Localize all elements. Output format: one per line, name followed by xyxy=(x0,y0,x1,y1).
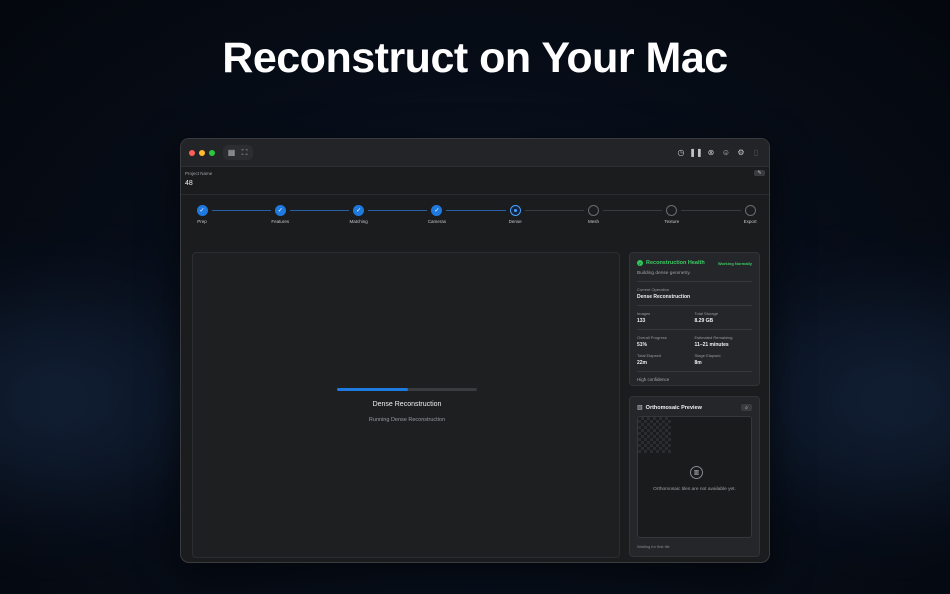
pipeline-stepper: ✓ Prep ✓ Features ✓ Matching ✓ Cameras Dense Mesh… xyxy=(181,195,769,237)
stat-value: 8m xyxy=(694,360,702,366)
stat-value: 11–21 minutes xyxy=(694,342,729,348)
stat-total-elapsed: Total Elapsed 22m xyxy=(637,353,695,366)
stage-node-cameras[interactable]: ✓ xyxy=(431,205,443,216)
trash-icon[interactable]: ▯ xyxy=(751,148,761,158)
timing-grid: Overall Progress 51% Estimated Remaining… xyxy=(637,335,752,366)
ortho-title: Orthomosaic Preview xyxy=(645,404,702,411)
pause-icon[interactable]: ❚❚ xyxy=(689,148,702,158)
stat-value: 133 xyxy=(637,318,646,324)
checkmark-icon: ✓ xyxy=(356,208,362,214)
orthomosaic-preview-card: ▧ Orthomosaic Preview ⌕ ▥ Orthomosaic ti… xyxy=(629,396,760,557)
stepper-connector xyxy=(289,210,350,211)
person-icon[interactable]: ☺ xyxy=(721,148,731,158)
current-operation-label: Current Operation xyxy=(637,287,670,292)
stage-label: Matching xyxy=(349,219,368,224)
stat-label: Stage Elapsed xyxy=(694,353,721,358)
stage-node-prep[interactable]: ✓ xyxy=(196,205,208,216)
health-status-badge: Working Normally xyxy=(717,260,752,266)
stage-label: Cameras xyxy=(427,219,447,224)
zoom-preview-button[interactable]: ⌕ xyxy=(741,404,752,411)
stat-storage: Total Storage 8.29 GB xyxy=(695,311,753,324)
stat-stage-elapsed: Stage Elapsed 8m xyxy=(695,353,753,366)
stepper-connector xyxy=(681,210,741,211)
app-window: ▦ ⛶ ◷ ❚❚ ⊗ ☺ ⚙ ▯ Project Name 48 ✎ ✓ Prep… xyxy=(180,138,770,563)
current-operation-value: Dense Reconstruction xyxy=(637,294,691,300)
checkmark-icon: ✓ xyxy=(434,208,440,214)
stage-label: Prep xyxy=(197,219,207,224)
cancel-icon[interactable]: ⊗ xyxy=(706,148,716,158)
stat-value: 22m xyxy=(637,360,648,366)
stepper-connector xyxy=(603,210,663,211)
stage-label: Features xyxy=(271,219,290,224)
stage-label: Mesh xyxy=(587,219,599,224)
tile-placeholder-pattern xyxy=(638,417,671,453)
stat-images: Images 133 xyxy=(637,311,695,324)
divider xyxy=(637,305,752,306)
pencil-icon: ✎ xyxy=(757,170,762,176)
ortho-preview-canvas[interactable]: ▥ Orthomosaic tiles are not available ye… xyxy=(637,416,752,538)
magnifier-icon: ⌕ xyxy=(745,404,748,411)
reconstruction-health-card: ✓ Reconstruction Health Working Normally… xyxy=(629,252,760,386)
ortho-header: ▧ Orthomosaic Preview ⌕ xyxy=(637,404,752,411)
window-controls xyxy=(189,149,215,156)
minimize-window-button[interactable] xyxy=(199,149,205,156)
divider xyxy=(637,371,752,372)
health-title: Reconstruction Health xyxy=(646,260,705,266)
history-icon[interactable]: ◷ xyxy=(676,148,686,158)
checkmark-icon: ✓ xyxy=(199,208,205,214)
progress-bar-fill xyxy=(337,388,409,391)
stage-node-texture[interactable] xyxy=(666,205,678,216)
stepper-connector xyxy=(368,210,428,211)
stage-label: Export xyxy=(743,219,757,224)
progress-panel: Dense Reconstruction Running Dense Recon… xyxy=(192,252,620,558)
stage-node-dense[interactable] xyxy=(509,205,521,216)
view-toggle-group: ▦ ⛶ xyxy=(223,145,253,160)
health-header: ✓ Reconstruction Health Working Normally xyxy=(637,260,752,266)
current-stage-subtitle: Running Dense Reconstruction xyxy=(368,417,446,423)
project-name-bar: Project Name 48 ✎ xyxy=(181,167,769,195)
stat-label: Estimated Remaining xyxy=(694,335,733,340)
project-name-label: Project Name xyxy=(185,171,213,176)
title-bar: ▦ ⛶ ◷ ❚❚ ⊗ ☺ ⚙ ▯ xyxy=(181,139,769,167)
scan-icon[interactable]: ⛶ xyxy=(239,147,250,158)
gear-icon[interactable]: ⚙ xyxy=(736,148,746,158)
current-stage-title: Dense Reconstruction xyxy=(372,401,442,408)
ortho-placeholder-text: Orthomosaic tiles are not available yet. xyxy=(653,487,736,492)
marketing-headline: Reconstruct on Your Mac xyxy=(222,34,728,82)
divider xyxy=(637,329,752,330)
stats-grid: Images 133 Total Storage 8.29 GB xyxy=(637,311,752,324)
stage-node-features[interactable]: ✓ xyxy=(274,205,286,216)
edit-project-button[interactable]: ✎ xyxy=(754,170,765,176)
checkmark-icon: ✓ xyxy=(277,208,283,214)
divider xyxy=(637,281,752,282)
map-placeholder-icon: ▥ xyxy=(690,466,703,479)
stat-label: Overall Progress xyxy=(637,335,667,340)
stepper-connector xyxy=(446,210,506,211)
stat-remaining: Estimated Remaining 11–21 minutes xyxy=(695,335,753,348)
checkmark-circle-icon: ✓ xyxy=(637,260,643,266)
stat-label: Total Storage xyxy=(694,311,719,316)
confidence-text: High confidence xyxy=(637,377,670,382)
stat-label: Total Elapsed xyxy=(637,353,662,358)
stage-node-mesh[interactable] xyxy=(588,205,599,216)
stat-value: 51% xyxy=(637,342,648,348)
stage-node-export[interactable] xyxy=(744,205,756,216)
stage-node-matching[interactable]: ✓ xyxy=(353,205,365,216)
stat-label: Images xyxy=(637,311,651,316)
progress-bar xyxy=(337,388,477,391)
stepper-connector xyxy=(211,210,271,211)
stepper-connector xyxy=(524,210,584,211)
zoom-window-button[interactable] xyxy=(209,149,215,156)
stat-value: 8.29 GB xyxy=(694,318,714,324)
grid-icon[interactable]: ▦ xyxy=(226,147,237,158)
toolbar-actions: ◷ ❚❚ ⊗ ☺ ⚙ ▯ xyxy=(676,148,761,158)
map-icon: ▧ xyxy=(637,405,643,411)
health-description: Building dense geometry. xyxy=(637,271,691,276)
stage-label: Texture xyxy=(664,219,680,224)
stage-label: Dense xyxy=(508,219,522,224)
close-window-button[interactable] xyxy=(189,149,195,156)
ortho-footer-status: Waiting for first tile xyxy=(637,544,670,549)
project-name-value: 48 xyxy=(185,180,193,187)
stat-overall-progress: Overall Progress 51% xyxy=(637,335,695,348)
